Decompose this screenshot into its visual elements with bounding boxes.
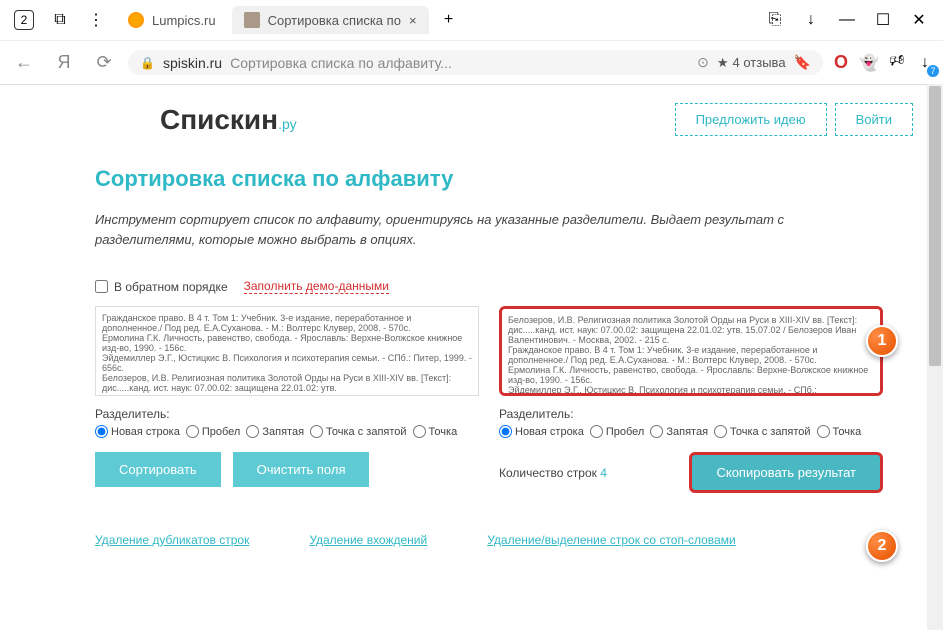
download-button[interactable]: ↓ bbox=[795, 4, 827, 36]
new-window-button[interactable]: ⧉ bbox=[44, 4, 76, 36]
radio-dot-out[interactable]: Точка bbox=[817, 425, 862, 438]
browser-chrome: 2 ⧉ ⋮ Lumpics.ru Сортировка списка по × … bbox=[0, 0, 943, 85]
url-domain: spiskin.ru bbox=[163, 55, 222, 71]
back-button[interactable]: ← bbox=[8, 47, 40, 79]
line-count: Количество строк 4 bbox=[499, 466, 607, 480]
input-separator-radios: Новая строка Пробел Запятая Точка с запя… bbox=[95, 425, 479, 438]
separator: ⋮ bbox=[80, 4, 112, 36]
extension-icons: O 👻 🕫 ↓ bbox=[831, 53, 935, 73]
reverse-checkbox-label[interactable]: В обратном порядке bbox=[95, 280, 228, 294]
input-textarea[interactable] bbox=[95, 306, 479, 396]
reload-button[interactable]: ⟳ bbox=[88, 47, 120, 79]
link-duplicates[interactable]: Удаление дубликатов строк bbox=[95, 533, 249, 547]
input-separator-label: Разделитель: bbox=[95, 407, 479, 421]
callout-1: 1 bbox=[866, 325, 898, 357]
radio-space[interactable]: Пробел bbox=[186, 425, 241, 438]
maximize-button[interactable]: ☐ bbox=[867, 4, 899, 36]
adblock-icon[interactable]: O bbox=[831, 53, 851, 73]
favicon-spiskin bbox=[244, 12, 260, 28]
page-content: Спискин.ру Предложить идею Войти Сортиро… bbox=[0, 85, 943, 631]
scrollbar[interactable] bbox=[927, 84, 943, 630]
page-title: Сортировка списка по алфавиту bbox=[95, 166, 913, 192]
footer-links: Удаление дубликатов строк Удаление вхожд… bbox=[95, 533, 883, 547]
radio-newline[interactable]: Новая строка bbox=[95, 425, 180, 438]
favicon-lumpics bbox=[128, 12, 144, 28]
page-description: Инструмент сортирует список по алфавиту,… bbox=[95, 210, 883, 249]
tab-spiskin[interactable]: Сортировка списка по × bbox=[232, 6, 429, 34]
copy-result-button[interactable]: Скопировать результат bbox=[689, 452, 883, 493]
radio-newline-out[interactable]: Новая строка bbox=[499, 425, 584, 438]
output-separator-label: Разделитель: bbox=[499, 407, 883, 421]
home-icon: 2 bbox=[14, 10, 35, 30]
bookmark-icon[interactable]: 🔖 bbox=[794, 54, 811, 71]
url-title: Сортировка списка по алфавиту... bbox=[230, 55, 452, 71]
output-textarea[interactable] bbox=[499, 306, 883, 396]
tab-label: Lumpics.ru bbox=[152, 13, 216, 28]
close-button[interactable]: ✕ bbox=[903, 4, 935, 36]
tab-lumpics[interactable]: Lumpics.ru bbox=[116, 6, 228, 34]
tab-label: Сортировка списка по bbox=[268, 13, 401, 28]
protect-icon[interactable]: ⊙ bbox=[697, 54, 709, 71]
radio-semicolon-out[interactable]: Точка с запятой bbox=[714, 425, 811, 438]
login-button[interactable]: Войти bbox=[835, 103, 913, 136]
suggest-idea-button[interactable]: Предложить идею bbox=[675, 103, 827, 136]
output-separator-radios: Новая строка Пробел Запятая Точка с запя… bbox=[499, 425, 883, 438]
output-column: Разделитель: Новая строка Пробел Запятая… bbox=[499, 306, 883, 493]
reader-button[interactable]: ⎘ bbox=[759, 4, 791, 36]
reverse-checkbox[interactable] bbox=[95, 280, 108, 293]
demo-data-link[interactable]: Заполнить демо-данными bbox=[244, 279, 389, 294]
ext-icon[interactable]: 🕫 bbox=[887, 53, 907, 73]
site-header: Спискин.ру Предложить идею Войти bbox=[30, 103, 913, 136]
radio-comma-out[interactable]: Запятая bbox=[650, 425, 708, 438]
scrollbar-thumb[interactable] bbox=[929, 86, 941, 366]
callout-2: 2 bbox=[866, 530, 898, 562]
controls-row: В обратном порядке Заполнить демо-данным… bbox=[95, 279, 913, 294]
new-tab-button[interactable]: + bbox=[433, 4, 465, 36]
home-button[interactable]: 2 bbox=[8, 4, 40, 36]
minimize-button[interactable]: — bbox=[831, 4, 863, 36]
columns: Разделитель: Новая строка Пробел Запятая… bbox=[95, 306, 883, 493]
ghostery-icon[interactable]: 👻 bbox=[859, 53, 879, 73]
input-column: Разделитель: Новая строка Пробел Запятая… bbox=[95, 306, 479, 493]
sort-button[interactable]: Сортировать bbox=[95, 452, 221, 487]
tab-bar: 2 ⧉ ⋮ Lumpics.ru Сортировка списка по × … bbox=[0, 0, 943, 40]
reviews-badge[interactable]: ★ 4 отзыва bbox=[717, 55, 786, 71]
link-occurrences[interactable]: Удаление вхождений bbox=[309, 533, 427, 547]
yandex-button[interactable]: Я bbox=[48, 47, 80, 79]
clear-button[interactable]: Очистить поля bbox=[233, 452, 370, 487]
address-bar: ← Я ⟳ 🔒 spiskin.ru Сортировка списка по … bbox=[0, 40, 943, 84]
radio-comma[interactable]: Запятая bbox=[246, 425, 304, 438]
lock-icon: 🔒 bbox=[140, 56, 155, 70]
close-tab-icon[interactable]: × bbox=[409, 13, 417, 28]
downloads-icon[interactable]: ↓ bbox=[915, 53, 935, 73]
url-input[interactable]: 🔒 spiskin.ru Сортировка списка по алфави… bbox=[128, 50, 823, 75]
link-stopwords[interactable]: Удаление/выделение строк со стоп-словами bbox=[487, 533, 735, 547]
site-logo[interactable]: Спискин.ру bbox=[160, 104, 297, 136]
radio-dot[interactable]: Точка bbox=[413, 425, 458, 438]
radio-semicolon[interactable]: Точка с запятой bbox=[310, 425, 407, 438]
radio-space-out[interactable]: Пробел bbox=[590, 425, 645, 438]
